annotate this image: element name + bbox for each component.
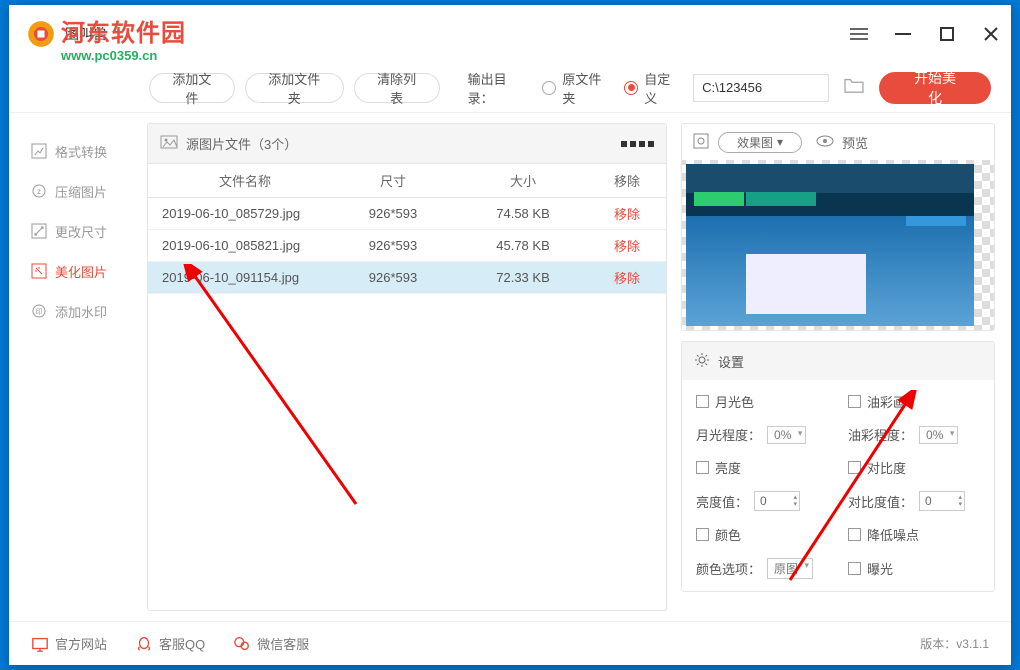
radio-custom-folder[interactable]: 自定义 <box>624 69 683 107</box>
table-header: 文件名称 尺寸 大小 移除 <box>148 164 666 198</box>
remove-link[interactable]: 移除 <box>614 207 640 222</box>
effect-dropdown[interactable]: 效果图▾ <box>718 132 802 153</box>
settings-panel: 设置 月光色 油彩画 月光程度：0% 油彩程度：0% 亮度 对比度 亮度值：0 … <box>681 341 995 592</box>
app-title: 图叫兽 <box>65 24 107 44</box>
output-path-input[interactable] <box>693 74 829 102</box>
compress-icon: z <box>31 183 47 199</box>
moonlight-degree-label: 月光程度： <box>696 425 761 444</box>
table-row[interactable]: 2019-06-10_085729.jpg 926*593 74.58 KB 移… <box>148 198 666 230</box>
brightness-stepper[interactable]: 0 <box>754 491 800 511</box>
add-folder-button[interactable]: 添加文件夹 <box>245 73 344 103</box>
contrast-stepper[interactable]: 0 <box>919 491 965 511</box>
sidebar-item-label: 更改尺寸 <box>55 222 107 241</box>
denoise-checkbox[interactable]: 降低噪点 <box>848 525 980 544</box>
moonlight-degree-select[interactable]: 0% <box>767 426 806 444</box>
color-opt-label: 颜色选项： <box>696 559 761 578</box>
start-beautify-button[interactable]: 开始美化 <box>879 72 991 104</box>
clear-list-button[interactable]: 清除列表 <box>354 73 440 103</box>
add-file-button[interactable]: 添加文件 <box>149 73 235 103</box>
sidebar-item-label: 格式转换 <box>55 142 107 161</box>
app-logo-icon <box>27 20 55 48</box>
output-label: 输出目录： <box>468 69 533 107</box>
moonlight-checkbox[interactable]: 月光色 <box>696 392 828 411</box>
wechat-support-link[interactable]: 微信客服 <box>233 634 309 653</box>
settings-title: 设置 <box>718 352 744 371</box>
annotation-arrow-icon <box>176 264 376 514</box>
panel-title: 源图片文件（3个） <box>186 134 297 153</box>
exposure-checkbox[interactable]: 曝光 <box>848 558 980 579</box>
sidebar-item-beautify[interactable]: 美化图片 <box>9 251 137 291</box>
sidebar: 格式转换 z 压缩图片 更改尺寸 美化图片 印 添加水印 <box>9 113 137 621</box>
sidebar-item-compress[interactable]: z 压缩图片 <box>9 171 137 211</box>
contrast-checkbox[interactable]: 对比度 <box>848 458 980 477</box>
official-site-link[interactable]: 官方网站 <box>31 634 107 653</box>
radio-source-folder[interactable]: 原文件夹 <box>542 69 614 107</box>
browse-folder-icon[interactable] <box>843 76 865 99</box>
grid-view-icon[interactable] <box>621 141 654 147</box>
preview-label: 预览 <box>842 133 868 152</box>
chevron-down-icon: ▾ <box>777 135 783 149</box>
resize-icon <box>31 223 47 239</box>
beautify-icon <box>31 263 47 279</box>
close-icon[interactable] <box>979 22 1003 46</box>
gear-icon <box>694 352 710 371</box>
sidebar-item-resize[interactable]: 更改尺寸 <box>9 211 137 251</box>
remove-link[interactable]: 移除 <box>614 271 640 286</box>
toolbar: 添加文件 添加文件夹 清除列表 输出目录： 原文件夹 自定义 开始美化 <box>9 63 1011 113</box>
table-row[interactable]: 2019-06-10_091154.jpg 926*593 72.33 KB 移… <box>148 262 666 294</box>
minimize-icon[interactable] <box>891 22 915 46</box>
target-icon <box>692 132 710 153</box>
sidebar-item-label: 美化图片 <box>55 262 107 281</box>
preview-image <box>682 160 994 330</box>
brightness-val-label: 亮度值： <box>696 492 748 511</box>
watermark-icon: 印 <box>31 303 47 319</box>
footer: 官方网站 客服QQ 微信客服 版本：v3.1.1 <box>9 621 1011 665</box>
remove-link[interactable]: 移除 <box>614 239 640 254</box>
preview-panel: 效果图▾ 预览 <box>681 123 995 331</box>
eye-icon <box>816 135 834 150</box>
oilpaint-checkbox[interactable]: 油彩画 <box>848 392 980 411</box>
app-window: 图叫兽 河东软件园 www.pc0359.cn 添加文件 添加文件夹 清除列表 … <box>9 5 1011 665</box>
qq-support-link[interactable]: 客服QQ <box>135 634 205 653</box>
table-row[interactable]: 2019-06-10_085821.jpg 926*593 45.78 KB 移… <box>148 230 666 262</box>
menu-icon[interactable] <box>847 22 871 46</box>
titlebar: 图叫兽 河东软件园 www.pc0359.cn <box>9 5 1011 63</box>
format-icon <box>31 143 47 159</box>
sidebar-item-label: 添加水印 <box>55 302 107 321</box>
oilpaint-degree-label: 油彩程度： <box>848 425 913 444</box>
svg-text:印: 印 <box>36 308 43 316</box>
brightness-checkbox[interactable]: 亮度 <box>696 458 828 477</box>
contrast-val-label: 对比度值： <box>848 492 913 511</box>
color-opt-select[interactable]: 原图 <box>767 558 813 579</box>
source-file-panel: 源图片文件（3个） 文件名称 尺寸 大小 移除 2019-06-10_08572… <box>147 123 667 611</box>
version-label: 版本：v3.1.1 <box>920 635 989 652</box>
svg-text:z: z <box>37 187 41 196</box>
image-icon <box>160 135 178 152</box>
sidebar-item-watermark[interactable]: 印 添加水印 <box>9 291 137 331</box>
color-checkbox[interactable]: 颜色 <box>696 525 828 544</box>
sidebar-item-label: 压缩图片 <box>55 182 107 201</box>
maximize-icon[interactable] <box>935 22 959 46</box>
oilpaint-degree-select[interactable]: 0% <box>919 426 958 444</box>
sidebar-item-format[interactable]: 格式转换 <box>9 131 137 171</box>
